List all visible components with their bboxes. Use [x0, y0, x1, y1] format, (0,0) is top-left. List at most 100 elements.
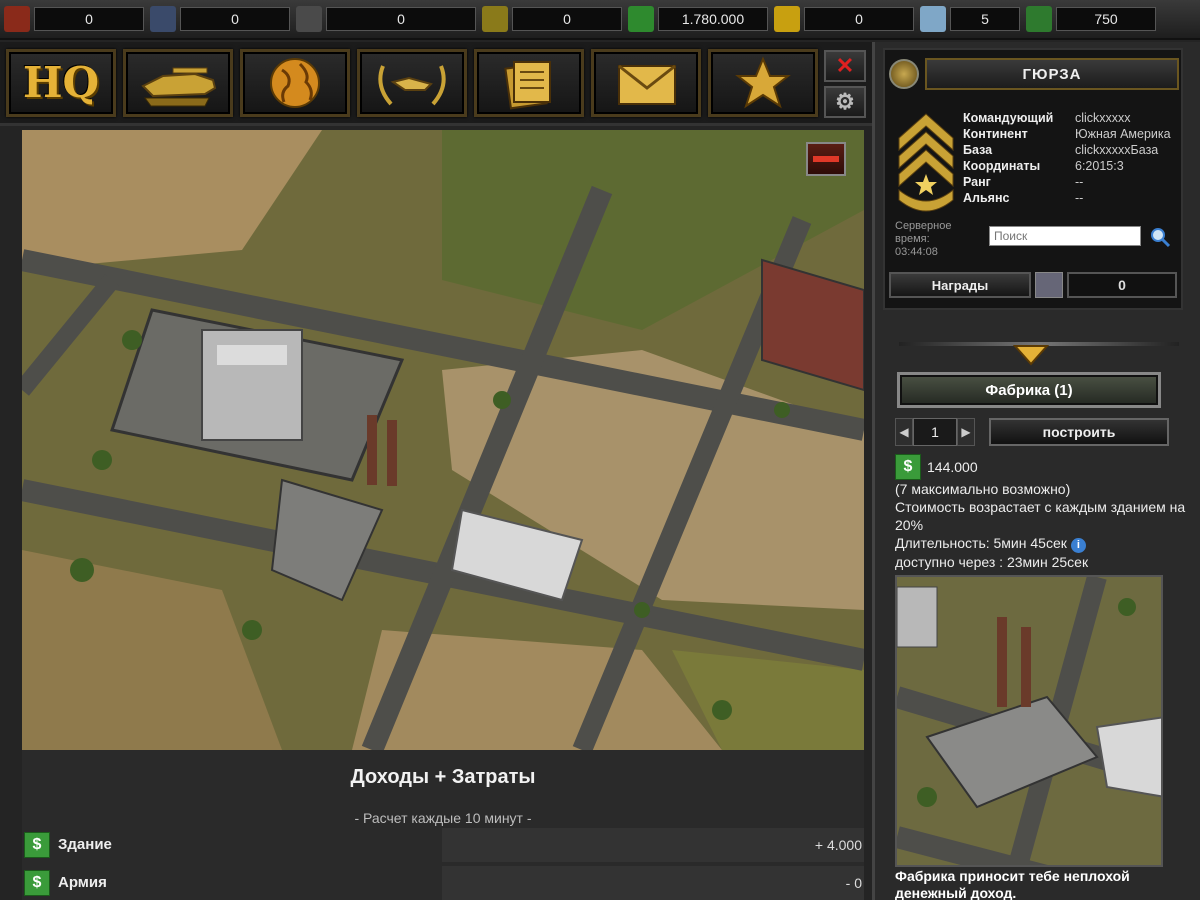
resource-value: 0 [326, 7, 476, 31]
messages-button[interactable] [591, 48, 701, 117]
profile-info: Командующий clickxxxxx Континент Южная Амер… [963, 110, 1171, 206]
search-input[interactable] [989, 226, 1141, 246]
factory-preview [897, 577, 1161, 865]
gold-bar-icon [774, 6, 800, 32]
resource-item: 1.780.000 [628, 6, 768, 32]
resource-item: 0 [774, 6, 914, 32]
income-title: Доходы + Затраты [350, 766, 536, 788]
profile-field-label: База [963, 143, 993, 157]
profile-field-value: -- [1075, 191, 1084, 205]
ranking-button[interactable] [708, 48, 818, 117]
army-button[interactable] [123, 48, 233, 117]
profile-field: База clickxxxxxБаза [963, 142, 1171, 158]
chevron-down-icon[interactable] [1013, 344, 1049, 366]
info-icon[interactable]: i [1070, 538, 1086, 553]
gear-icon: ⚙ [835, 89, 855, 114]
hq-label: HQ [22, 58, 100, 107]
game-window: 0 0 0 0 1.780.000 0 5 750 HQ ✕ ⚙ Доходы … [0, 0, 1200, 900]
minus-icon [813, 156, 839, 162]
resource-value: 1.780.000 [658, 7, 768, 31]
decrement-button[interactable]: ◀ [895, 418, 913, 446]
duration-line: Длительность: 5мин 45сек i [895, 534, 1195, 553]
documents-icon [504, 60, 551, 109]
profile-card: ГЮРЗА Командующий clickxxxxx Континент Южна… [883, 48, 1183, 310]
income-row-building: $ Здание + 4.000 [22, 828, 864, 862]
resource-value: 750 [1056, 7, 1156, 31]
resource-bar: 0 0 0 0 1.780.000 0 5 750 [0, 0, 1200, 40]
resource-item: 0 [296, 6, 476, 32]
world-map-button[interactable] [240, 48, 350, 117]
resource-value: 0 [34, 7, 144, 31]
right-panel: ГЮРЗА Командующий clickxxxxx Континент Южна… [872, 42, 1200, 900]
dollar-icon: $ [24, 832, 50, 858]
awards-button[interactable]: Награды [889, 272, 1031, 298]
server-time-value: 03:44:08 [895, 246, 938, 258]
building-name: Фабрика (1) [897, 372, 1161, 408]
profile-field-label: Альянс [963, 191, 1010, 205]
ammo-barrel-icon [296, 6, 322, 32]
income-subtitle: - Расчет каждые 10 минут - [354, 810, 532, 826]
fuel-barrel-icon [150, 6, 176, 32]
resource-item: 0 [4, 6, 144, 32]
game-map[interactable] [22, 130, 864, 750]
profile-field: Координаты 6:2015:3 [963, 158, 1171, 174]
profile-field-value: clickxxxxx [1075, 111, 1131, 125]
income-row-label: Здание [58, 836, 112, 853]
map-minimize-button[interactable] [806, 142, 846, 176]
build-details: (7 максимально возможно) Стоимость возра… [895, 480, 1195, 571]
hq-button[interactable]: HQ [6, 48, 116, 117]
income-row-label: Армия [58, 874, 107, 891]
building-preview-image [895, 575, 1163, 867]
duration-text: Длительность: 5мин 45сек [895, 535, 1067, 551]
increment-button[interactable]: ▶ [957, 418, 975, 446]
resource-item: 0 [482, 6, 622, 32]
diamond-icon [920, 6, 946, 32]
profile-field-label: Ранг [963, 175, 991, 189]
profile-field-label: Континент [963, 127, 1028, 141]
globe-icon [270, 57, 320, 108]
max-note: (7 максимально возможно) [895, 481, 1071, 497]
settings-button[interactable]: ⚙ [824, 86, 866, 118]
map-terrain [22, 130, 864, 750]
profile-field: Континент Южная Америка [963, 126, 1171, 142]
profile-field-value: clickxxxxxБаза [1075, 143, 1159, 157]
envelope-icon [618, 64, 676, 105]
income-row-value: - 0 [442, 866, 864, 900]
profile-header: ГЮРЗА [889, 56, 1179, 92]
resource-item: 750 [1026, 6, 1156, 32]
rank-up-icon [1026, 6, 1052, 32]
dollar-icon [628, 6, 654, 32]
income-row-value: + 4.000 [442, 828, 864, 862]
build-button[interactable]: построить [989, 418, 1169, 446]
player-name: ГЮРЗА [925, 58, 1179, 90]
oil-barrel-icon [4, 6, 30, 32]
dollar-icon: $ [895, 454, 921, 480]
awards-row: Награды 0 [889, 272, 1177, 300]
tank-icon [141, 67, 217, 106]
profile-field: Альянс -- [963, 190, 1171, 206]
resource-value: 5 [950, 7, 1020, 31]
close-button[interactable]: ✕ [824, 50, 866, 82]
profile-field-label: Командующий [963, 111, 1054, 125]
income-row-army: $ Армия - 0 [22, 866, 864, 900]
rank-insignia-icon [898, 113, 954, 212]
server-time-label: Серверное время: [895, 220, 952, 245]
search-icon[interactable] [1149, 226, 1171, 248]
alliance-button[interactable] [357, 48, 467, 117]
profile-field: Командующий clickxxxxx [963, 110, 1171, 126]
build-cost-value: 144.000 [927, 459, 978, 475]
main-nav: HQ [0, 42, 872, 126]
resource-value: 0 [180, 7, 290, 31]
reports-button[interactable] [474, 48, 584, 117]
profile-field-value: Южная Америка [1075, 127, 1171, 141]
profile-field-value: 6:2015:3 [1075, 159, 1124, 173]
cost-note: Стоимость возрастает с каждым зданием на… [895, 499, 1186, 533]
quantity-value[interactable]: 1 [913, 418, 957, 446]
dollar-icon: $ [24, 870, 50, 896]
continent-icon[interactable] [889, 59, 919, 89]
ammo-crate-icon [482, 6, 508, 32]
profile-field-label: Координаты [963, 159, 1041, 173]
resource-value: 0 [512, 7, 622, 31]
soldiers-icon [1035, 272, 1063, 298]
quantity-stepper[interactable]: ◀ 1 ▶ [895, 418, 981, 446]
